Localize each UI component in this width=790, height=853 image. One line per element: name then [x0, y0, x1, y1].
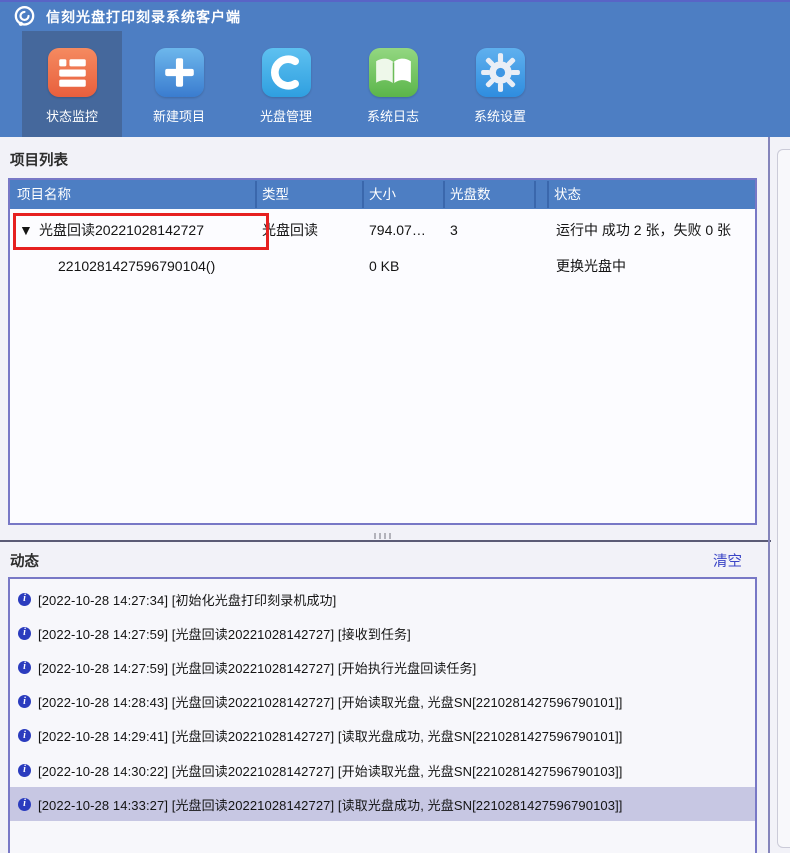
column-separator[interactable]: [362, 181, 364, 208]
log-entry-text: [2022-10-28 14:29:41] [光盘回读2022102814272…: [38, 726, 623, 745]
log-entry[interactable]: i [2022-10-28 14:28:43] [光盘回读20221028142…: [10, 685, 755, 719]
system-settings-icon: [476, 48, 525, 97]
project-name-cell: 2210281427596790104(): [58, 248, 215, 284]
log-entry-text: [2022-10-28 14:30:22] [光盘回读2022102814272…: [38, 761, 623, 780]
horizontal-divider: [0, 540, 771, 542]
column-separator[interactable]: [547, 181, 549, 208]
column-separator[interactable]: [255, 181, 257, 208]
toolbar-button-system-settings[interactable]: 系统设置: [450, 31, 550, 137]
project-type-cell: 光盘回读: [262, 212, 318, 248]
column-header-discs[interactable]: 光盘数: [450, 180, 491, 209]
status-monitor-icon: [48, 48, 97, 97]
system-log-icon: [369, 48, 418, 97]
toolbar-label: 系统日志: [367, 106, 419, 125]
log-entry[interactable]: i [2022-10-28 14:33:27] [光盘回读20221028142…: [10, 787, 755, 821]
vertical-splitter[interactable]: [768, 137, 770, 853]
splitter-handle[interactable]: [374, 533, 392, 539]
project-status-cell: 运行中 成功 2 张，失败 0 张: [556, 212, 731, 248]
info-icon: i: [18, 627, 31, 640]
toolbar-button-system-log[interactable]: 系统日志: [343, 31, 443, 137]
new-project-icon: [155, 48, 204, 97]
activity-title: 动态: [10, 550, 39, 571]
table-row[interactable]: 2210281427596790104() 0 KB 更换光盘中: [10, 248, 755, 284]
info-icon: i: [18, 661, 31, 674]
titlebar: 信刻光盘打印刻录系统客户端: [0, 0, 790, 31]
app-logo-icon: [12, 4, 37, 29]
log-entry-text: [2022-10-28 14:28:43] [光盘回读2022102814272…: [38, 692, 623, 711]
toolbar-label: 光盘管理: [260, 106, 312, 125]
project-table-panel: 项目名称 类型 大小 光盘数 状态 ▼ 光盘回读20221028142727 光…: [8, 178, 757, 525]
toolbar-label: 系统设置: [474, 106, 526, 125]
toolbar-button-new-project[interactable]: 新建项目: [129, 31, 229, 137]
log-entry-text: [2022-10-28 14:27:34] [初始化光盘打印刻录机成功]: [38, 590, 336, 609]
column-separator[interactable]: [443, 181, 445, 208]
toolbar: 状态监控 新建项目 光盘管理 系统日志: [0, 31, 790, 137]
project-table-header: 项目名称 类型 大小 光盘数 状态: [10, 180, 755, 209]
toolbar-button-status-monitor[interactable]: 状态监控: [22, 31, 122, 137]
log-entry[interactable]: i [2022-10-28 14:27:34] [初始化光盘打印刻录机成功]: [10, 582, 755, 616]
table-row[interactable]: ▼ 光盘回读20221028142727 光盘回读 794.07… 3 运行中 …: [10, 212, 755, 248]
toolbar-label: 新建项目: [153, 106, 205, 125]
project-list-title: 项目列表: [10, 149, 68, 170]
log-entry[interactable]: i [2022-10-28 14:27:59] [光盘回读20221028142…: [10, 650, 755, 684]
project-size-cell: 0 KB: [369, 248, 399, 284]
log-entry[interactable]: i [2022-10-28 14:30:22] [光盘回读20221028142…: [10, 753, 755, 787]
column-header-name[interactable]: 项目名称: [17, 180, 71, 209]
toolbar-button-disc-management[interactable]: 光盘管理: [236, 31, 336, 137]
column-header-size[interactable]: 大小: [369, 180, 396, 209]
info-icon: i: [18, 593, 31, 606]
project-status-cell: 更换光盘中: [556, 248, 626, 284]
toolbar-label: 状态监控: [46, 106, 98, 125]
info-icon: i: [18, 798, 31, 811]
column-header-type[interactable]: 类型: [262, 180, 289, 209]
log-list: i [2022-10-28 14:27:34] [初始化光盘打印刻录机成功] i…: [10, 582, 755, 821]
window-title: 信刻光盘打印刻录系统客户端: [46, 7, 241, 27]
log-entry[interactable]: i [2022-10-28 14:29:41] [光盘回读20221028142…: [10, 719, 755, 753]
column-header-status[interactable]: 状态: [554, 180, 581, 209]
info-icon: i: [18, 695, 31, 708]
column-separator[interactable]: [534, 181, 536, 208]
disc-management-icon: [262, 48, 311, 97]
row-expander-icon[interactable]: ▼: [19, 212, 33, 248]
project-name-cell: 光盘回读20221028142727: [39, 212, 204, 248]
project-size-cell: 794.07…: [369, 212, 426, 248]
log-entry[interactable]: i [2022-10-28 14:27:59] [光盘回读20221028142…: [10, 616, 755, 650]
log-entry-text: [2022-10-28 14:33:27] [光盘回读2022102814272…: [38, 795, 623, 814]
log-entry-text: [2022-10-28 14:27:59] [光盘回读2022102814272…: [38, 658, 476, 677]
log-entry-text: [2022-10-28 14:27:59] [光盘回读2022102814272…: [38, 624, 411, 643]
project-discs-cell: 3: [450, 212, 458, 248]
info-icon: i: [18, 764, 31, 777]
right-panel-edge: [777, 149, 790, 848]
activity-log-panel: i [2022-10-28 14:27:34] [初始化光盘打印刻录机成功] i…: [8, 577, 757, 853]
clear-log-link[interactable]: 清空: [713, 550, 742, 571]
info-icon: i: [18, 729, 31, 742]
